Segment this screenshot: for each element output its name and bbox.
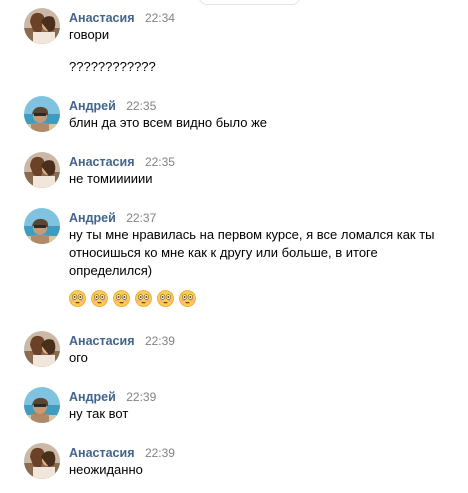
emoji-row — [69, 290, 196, 307]
message-text: неожиданно — [69, 462, 143, 477]
message-text: не томииииии — [69, 171, 153, 186]
message-text: блин да это всем видно было же — [69, 115, 268, 130]
avatar-anastasia[interactable] — [24, 152, 60, 188]
message-time[interactable]: 22:37 — [126, 211, 156, 225]
flushed-face-emoji — [157, 290, 174, 307]
flushed-face-emoji — [91, 290, 108, 307]
message-text: говори — [69, 27, 110, 42]
author-name[interactable]: Анастасия — [69, 11, 135, 25]
message-text-line: относишься ко мне как к другу или больше… — [69, 245, 378, 260]
message-text: ???????????? — [69, 59, 156, 74]
message-time[interactable]: 22:35 — [145, 155, 175, 169]
author-name[interactable]: Андрей — [69, 390, 116, 404]
flushed-face-emoji — [179, 290, 196, 307]
avatar-anastasia[interactable] — [24, 8, 60, 44]
message-text-line: определился) — [69, 263, 153, 278]
avatar-anastasia[interactable] — [24, 331, 60, 367]
message-time[interactable]: 22:35 — [126, 99, 156, 113]
avatar-andrey[interactable] — [24, 387, 60, 423]
avatar-andrey[interactable] — [24, 96, 60, 132]
author-name[interactable]: Андрей — [69, 99, 116, 113]
date-separator-pill — [198, 0, 301, 5]
message-time[interactable]: 22:39 — [126, 390, 156, 404]
flushed-face-emoji — [69, 290, 86, 307]
message-text: ого — [69, 350, 88, 365]
message-text-line: ну ты мне нравилась на первом курсе, я в… — [69, 227, 435, 242]
avatar-anastasia[interactable] — [24, 443, 60, 479]
message-time[interactable]: 22:39 — [145, 334, 175, 348]
author-name[interactable]: Анастасия — [69, 155, 135, 169]
flushed-face-emoji — [135, 290, 152, 307]
message-time[interactable]: 22:39 — [145, 446, 175, 460]
avatar-andrey[interactable] — [24, 208, 60, 244]
author-name[interactable]: Андрей — [69, 211, 116, 225]
message-time[interactable]: 22:34 — [145, 11, 175, 25]
flushed-face-emoji — [113, 290, 130, 307]
author-name[interactable]: Анастасия — [69, 334, 135, 348]
author-name[interactable]: Анастасия — [69, 446, 135, 460]
message-text: ну так вот — [69, 406, 129, 421]
